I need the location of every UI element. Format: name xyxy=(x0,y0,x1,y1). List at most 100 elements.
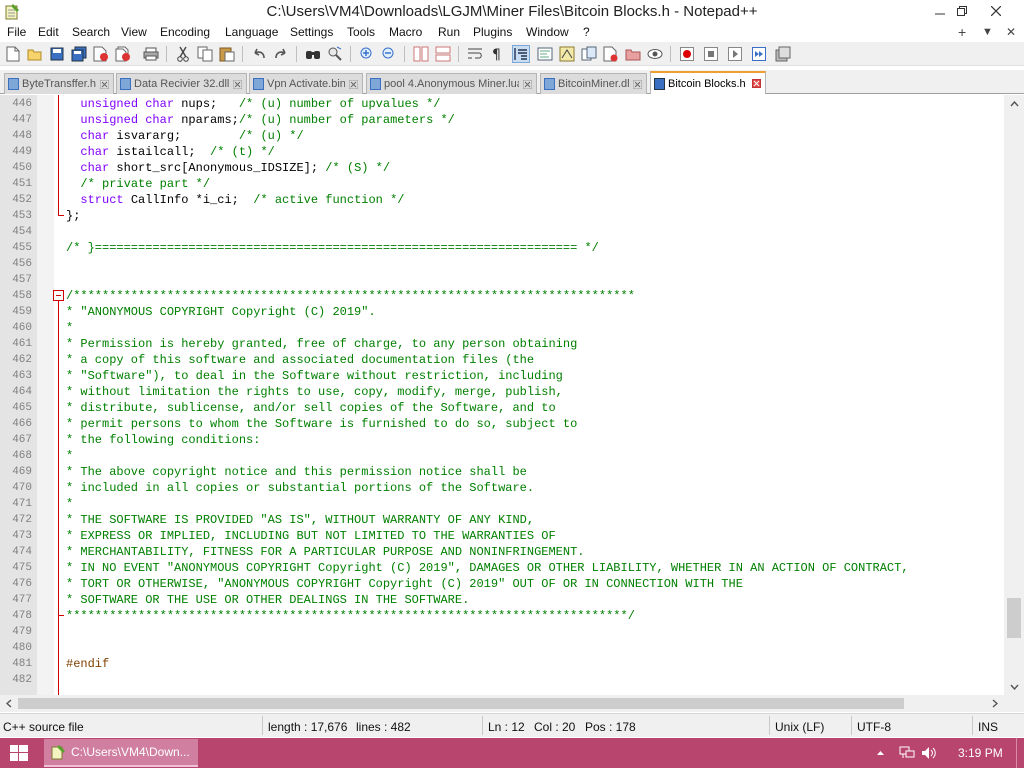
menu-window[interactable]: Window xyxy=(526,25,569,39)
code-line[interactable]: 460 * xyxy=(0,320,1004,336)
stop-recording-button[interactable] xyxy=(702,45,720,63)
tab-bytetransffer[interactable]: ByteTransffer.h xyxy=(4,73,114,94)
scroll-left-arrow[interactable] xyxy=(0,695,17,712)
code-line[interactable]: 456 xyxy=(0,256,1004,272)
code-line[interactable]: 462 * a copy of this software and associa… xyxy=(0,352,1004,368)
code-line[interactable]: 459 * "ANONYMOUS COPYRIGHT Copyright (C) … xyxy=(0,304,1004,320)
code-line[interactable]: 481 #endif xyxy=(0,656,1004,672)
code-line[interactable]: 453}; xyxy=(0,208,1004,224)
sync-vertical-button[interactable] xyxy=(412,45,430,63)
close-window-button[interactable] xyxy=(980,0,1012,22)
tab-close-icon[interactable] xyxy=(232,79,243,90)
status-insert-mode[interactable]: INS xyxy=(978,720,998,734)
menu-view[interactable]: View xyxy=(121,25,147,39)
code-line[interactable]: 448 char isvararg; /* (u) */ xyxy=(0,128,1004,144)
code-line[interactable]: 472 * THE SOFTWARE IS PROVIDED "AS IS", W… xyxy=(0,512,1004,528)
open-file-button[interactable] xyxy=(26,45,44,63)
vertical-scroll-thumb[interactable] xyxy=(1007,598,1021,638)
status-encoding[interactable]: UTF-8 xyxy=(857,720,891,734)
scroll-down-arrow[interactable] xyxy=(1004,678,1024,695)
save-button[interactable] xyxy=(48,45,66,63)
find-button[interactable] xyxy=(304,45,322,63)
word-wrap-button[interactable] xyxy=(466,45,484,63)
record-macro-button[interactable] xyxy=(678,45,696,63)
code-line[interactable]: 465 * distribute, sublicense, and/or sell… xyxy=(0,400,1004,416)
close-document-button[interactable]: ✕ xyxy=(1006,25,1016,39)
code-line[interactable]: 446 unsigned char nups; /* (u) number of… xyxy=(0,96,1004,112)
menu-plugins[interactable]: Plugins xyxy=(473,25,512,39)
tab-vpn-activate[interactable]: Vpn Activate.bin xyxy=(249,73,363,94)
menu-tools[interactable]: Tools xyxy=(347,25,375,39)
tab-close-icon[interactable] xyxy=(632,79,643,90)
horizontal-scrollbar[interactable] xyxy=(0,695,1004,712)
monitoring-button[interactable] xyxy=(646,45,664,63)
sync-horizontal-button[interactable] xyxy=(434,45,452,63)
replace-button[interactable] xyxy=(326,45,344,63)
menu-language[interactable]: Language xyxy=(225,25,278,39)
tab-close-icon[interactable] xyxy=(348,79,359,90)
code-line[interactable]: 474 * MERCHANTABILITY, FITNESS FOR A PART… xyxy=(0,544,1004,560)
menu-edit[interactable]: Edit xyxy=(38,25,59,39)
tab-data-recivier[interactable]: Data Recivier 32.dll xyxy=(116,73,247,94)
save-all-button[interactable] xyxy=(70,45,88,63)
code-line[interactable]: 464 * without limitation the rights to us… xyxy=(0,384,1004,400)
menu-file[interactable]: File xyxy=(7,25,26,39)
tab-bitcoinminer[interactable]: BitcoinMiner.dll xyxy=(540,73,647,94)
code-line[interactable]: 478 *************************************… xyxy=(0,608,1004,624)
tab-close-icon[interactable] xyxy=(99,79,110,90)
code-line[interactable]: 476 * TORT OR OTHERWISE, "ANONYMOUS COPYR… xyxy=(0,576,1004,592)
taskbar-clock[interactable]: 3:19 PM xyxy=(958,746,1003,760)
user-defined-language-button[interactable] xyxy=(536,45,554,63)
show-hidden-icons-button[interactable] xyxy=(874,745,886,761)
volume-button[interactable] xyxy=(920,745,938,761)
code-line[interactable]: 455 /* }=================================… xyxy=(0,240,1004,256)
code-line[interactable]: 469 * The above copyright notice and this… xyxy=(0,464,1004,480)
horizontal-scroll-thumb[interactable] xyxy=(18,698,904,709)
copy-button[interactable] xyxy=(196,45,214,63)
code-line[interactable]: 477 * SOFTWARE OR THE USE OR OTHER DEALIN… xyxy=(0,592,1004,608)
function-list-button[interactable] xyxy=(580,45,598,63)
paste-button[interactable] xyxy=(218,45,236,63)
code-line[interactable]: 457 xyxy=(0,272,1004,288)
code-line[interactable]: 450 char short_src[Anonymous_IDSIZE]; /*… xyxy=(0,160,1004,176)
redo-button[interactable] xyxy=(272,45,290,63)
status-eol[interactable]: Unix (LF) xyxy=(775,720,824,734)
document-map-button[interactable] xyxy=(558,45,576,63)
code-line[interactable]: 467 * the following conditions: xyxy=(0,432,1004,448)
tab-close-icon[interactable] xyxy=(522,79,533,90)
taskbar-notepad-plus-plus-button[interactable]: C:\Users\VM4\Down... xyxy=(44,739,198,767)
vertical-scrollbar[interactable] xyxy=(1004,95,1024,695)
print-button[interactable] xyxy=(142,45,160,63)
close-all-button[interactable] xyxy=(114,45,132,63)
maximize-button[interactable] xyxy=(946,0,978,22)
code-line[interactable]: 449 char istailcall; /* (t) */ xyxy=(0,144,1004,160)
new-tab-button[interactable]: + xyxy=(958,24,966,40)
code-editor[interactable]: 446 unsigned char nups; /* (u) number of… xyxy=(0,95,1024,695)
code-line[interactable]: 466 * permit persons to whom the Software… xyxy=(0,416,1004,432)
code-line[interactable]: 461 * Permission is hereby granted, free … xyxy=(0,336,1004,352)
code-line[interactable]: 479 xyxy=(0,624,1004,640)
save-macro-button[interactable] xyxy=(774,45,792,63)
zoom-out-button[interactable] xyxy=(380,45,398,63)
code-line[interactable]: 451 /* private part */ xyxy=(0,176,1004,192)
undo-button[interactable] xyxy=(250,45,268,63)
playback-macro-button[interactable] xyxy=(726,45,744,63)
open-folder-button[interactable] xyxy=(624,45,642,63)
code-line[interactable]: 475 * IN NO EVENT "ANONYMOUS COPYRIGHT Co… xyxy=(0,560,1004,576)
code-line[interactable]: 480 xyxy=(0,640,1004,656)
code-line[interactable]: 454 xyxy=(0,224,1004,240)
run-macro-multiple-button[interactable] xyxy=(750,45,768,63)
code-line[interactable]: 471 * xyxy=(0,496,1004,512)
menu-help[interactable]: ? xyxy=(583,25,590,39)
code-line[interactable]: 463 * "Software"), to deal in the Softwar… xyxy=(0,368,1004,384)
show-all-characters-button[interactable]: ¶ xyxy=(488,45,506,63)
show-desktop-button[interactable] xyxy=(1016,738,1022,768)
code-line[interactable]: 470 * included in all copies or substanti… xyxy=(0,480,1004,496)
windows-start-icon[interactable] xyxy=(10,745,28,761)
zoom-in-button[interactable] xyxy=(358,45,376,63)
tab-list-dropdown[interactable]: ▼ xyxy=(982,26,993,38)
tab-bitcoin-blocks[interactable]: Bitcoin Blocks.h xyxy=(650,71,766,94)
code-line[interactable]: 482 xyxy=(0,672,1004,688)
code-line[interactable]: 447 unsigned char nparams;/* (u) number … xyxy=(0,112,1004,128)
tab-pool-anonymous-miner[interactable]: pool 4.Anonymous Miner.lua xyxy=(366,73,537,94)
